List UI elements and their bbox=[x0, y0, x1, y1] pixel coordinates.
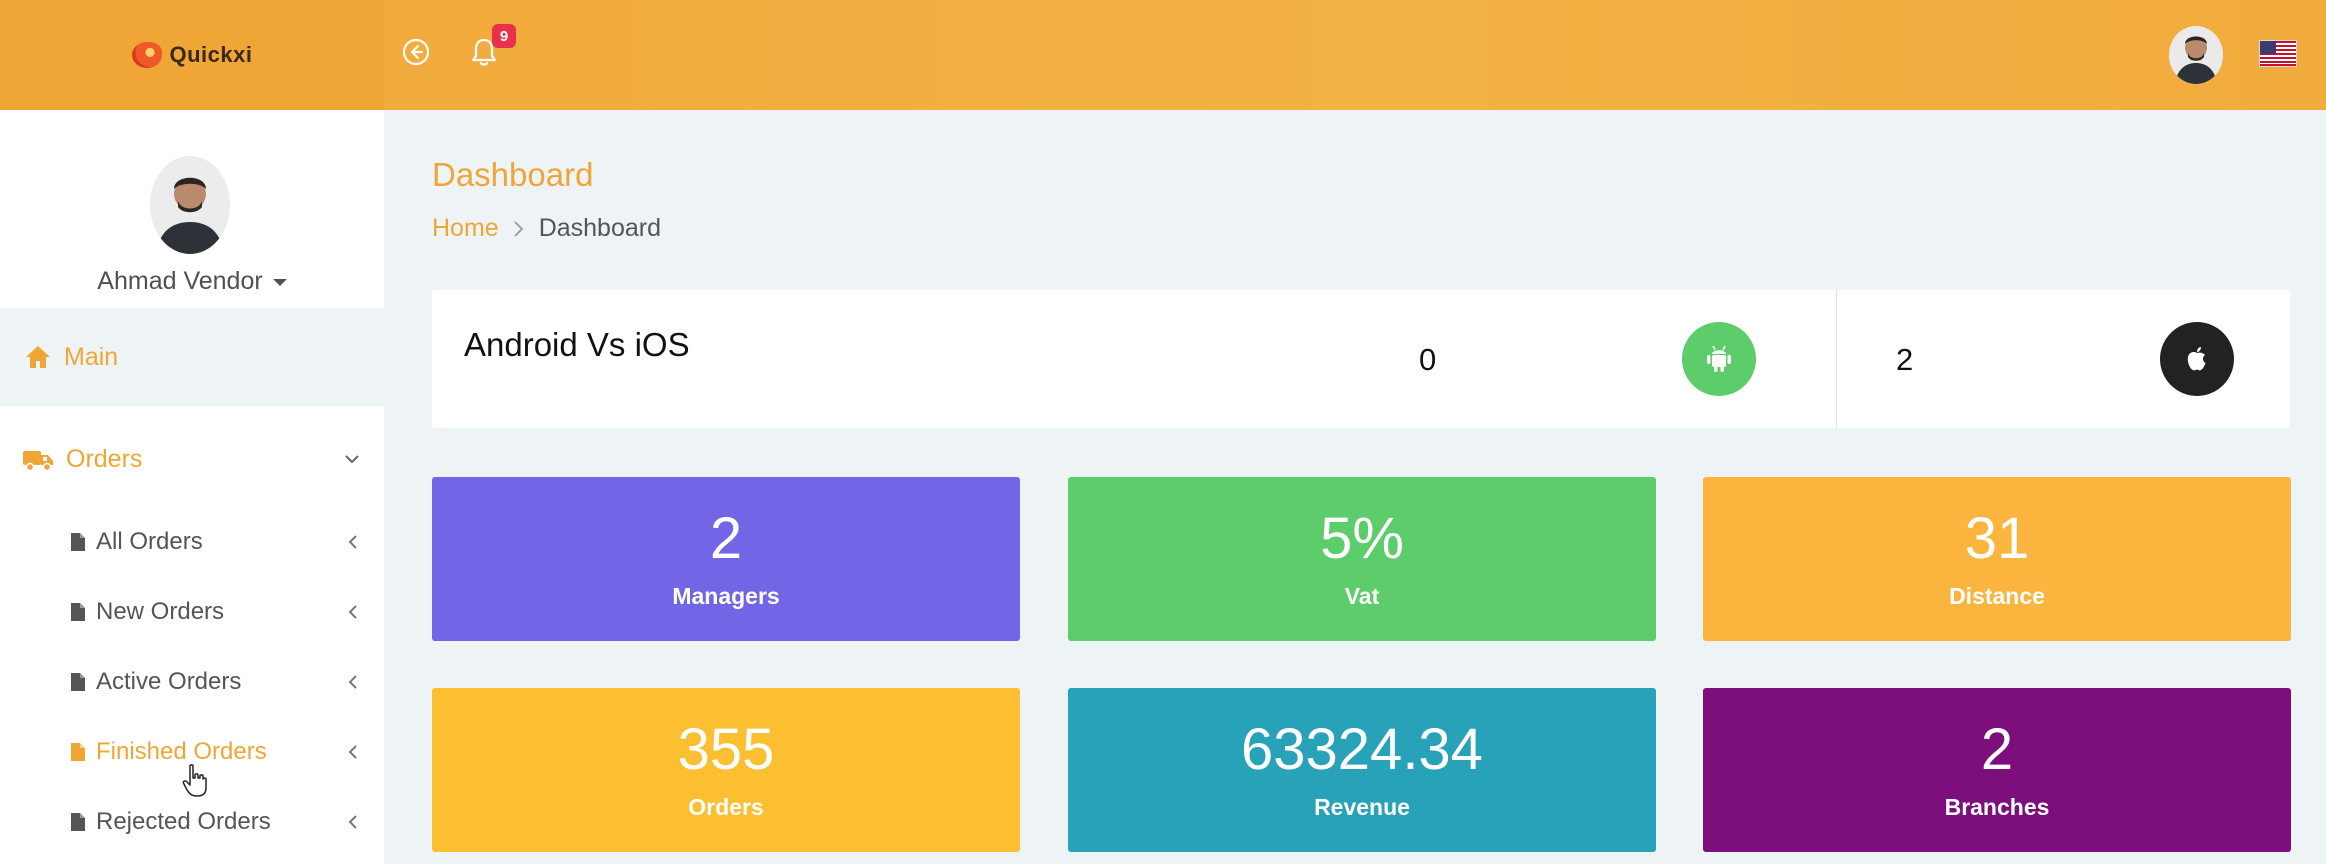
file-icon bbox=[71, 813, 85, 831]
page-title: Dashboard bbox=[432, 156, 594, 193]
user-photo-icon bbox=[2169, 26, 2223, 84]
breadcrumb: Home Dashboard bbox=[432, 214, 661, 243]
arrow-left-circle-icon bbox=[402, 38, 430, 66]
brand-logo[interactable]: Quickxi bbox=[131, 42, 253, 68]
stat-label: Distance bbox=[1949, 583, 2045, 609]
file-icon bbox=[71, 603, 85, 621]
file-icon bbox=[71, 673, 85, 691]
us-flag-icon bbox=[2260, 41, 2296, 66]
card-divider bbox=[1836, 290, 1837, 428]
brand-area[interactable]: Quickxi bbox=[0, 0, 384, 110]
sidebar-item-new-orders[interactable]: New Orders bbox=[0, 582, 384, 642]
sidebar-item-label: Finished Orders bbox=[96, 738, 267, 765]
ios-count: 2 bbox=[1896, 342, 1914, 377]
top-navbar: Quickxi 9 bbox=[0, 0, 2326, 110]
ios-badge bbox=[2160, 322, 2234, 396]
quickxi-logo-icon bbox=[131, 42, 162, 68]
android-icon bbox=[1707, 345, 1731, 372]
sidebar-item-label: Active Orders bbox=[96, 668, 242, 695]
back-button[interactable] bbox=[398, 34, 434, 70]
card-title: Android Vs iOS bbox=[464, 326, 690, 363]
sidebar-item-label: Main bbox=[64, 342, 119, 371]
sidebar-item-label: Rejected Orders bbox=[96, 808, 271, 835]
chevron-left-icon bbox=[348, 605, 357, 619]
stat-label: Revenue bbox=[1314, 794, 1410, 820]
android-count: 0 bbox=[1419, 342, 1437, 377]
sidebar-item-label: Orders bbox=[66, 444, 143, 473]
stat-value: 31 bbox=[1964, 506, 2030, 571]
brand-name: Quickxi bbox=[169, 42, 253, 67]
chevron-down-icon bbox=[345, 455, 359, 464]
hand-cursor-icon bbox=[182, 764, 207, 797]
caret-down-icon bbox=[272, 278, 287, 286]
stat-value: 5% bbox=[1320, 506, 1404, 571]
stat-label: Vat bbox=[1344, 583, 1380, 609]
stat-value: 355 bbox=[677, 717, 775, 782]
file-icon bbox=[71, 533, 85, 551]
truck-icon bbox=[23, 451, 53, 472]
sidebar: Ahmad Vendor Main Orders All Orders New … bbox=[0, 110, 384, 864]
file-icon bbox=[71, 743, 85, 761]
profile-photo-icon bbox=[150, 156, 230, 254]
sidebar-item-label: All Orders bbox=[96, 528, 203, 555]
breadcrumb-home-link[interactable]: Home bbox=[432, 214, 499, 243]
profile-name-dropdown[interactable]: Ahmad Vendor bbox=[0, 267, 384, 296]
sidebar-item-active-orders[interactable]: Active Orders bbox=[0, 652, 384, 712]
chevron-left-icon bbox=[348, 815, 357, 829]
stat-card-distance[interactable]: 31 Distance bbox=[1703, 477, 2291, 641]
stat-card-orders[interactable]: 355 Orders bbox=[432, 688, 1020, 852]
stat-value: 63324.34 bbox=[1241, 717, 1483, 782]
sidebar-item-label: New Orders bbox=[96, 598, 225, 625]
stat-card-vat[interactable]: 5% Vat bbox=[1068, 477, 1656, 641]
sidebar-item-main[interactable]: Main bbox=[0, 308, 384, 406]
stat-label: Managers bbox=[672, 583, 780, 609]
language-selector[interactable] bbox=[2259, 40, 2297, 67]
android-badge bbox=[1682, 322, 1756, 396]
sidebar-item-rejected-orders[interactable]: Rejected Orders bbox=[0, 792, 384, 852]
notification-badge: 9 bbox=[492, 24, 516, 48]
stat-card-branches[interactable]: 2 Branches bbox=[1703, 688, 2291, 852]
breadcrumb-current: Dashboard bbox=[538, 214, 661, 242]
android-vs-ios-card: Android Vs iOS 0 2 bbox=[432, 290, 2290, 428]
user-avatar[interactable] bbox=[2169, 26, 2223, 84]
profile-name: Ahmad Vendor bbox=[97, 267, 263, 295]
sidebar-item-orders[interactable]: Orders bbox=[0, 410, 384, 508]
chevron-left-icon bbox=[348, 745, 357, 759]
stat-value: 2 bbox=[709, 506, 743, 571]
apple-icon bbox=[2187, 347, 2206, 371]
chevron-left-icon bbox=[348, 535, 357, 549]
stat-card-managers[interactable]: 2 Managers bbox=[432, 477, 1020, 641]
stat-label: Branches bbox=[1944, 794, 2050, 820]
profile-avatar[interactable] bbox=[150, 156, 230, 254]
sidebar-item-all-orders[interactable]: All Orders bbox=[0, 512, 384, 572]
chevron-left-icon bbox=[348, 675, 357, 689]
stat-card-revenue[interactable]: 63324.34 Revenue bbox=[1068, 688, 1656, 852]
chevron-right-icon bbox=[514, 220, 523, 237]
home-icon bbox=[26, 346, 50, 368]
stat-label: Orders bbox=[688, 794, 764, 820]
stat-value: 2 bbox=[1980, 717, 2014, 782]
